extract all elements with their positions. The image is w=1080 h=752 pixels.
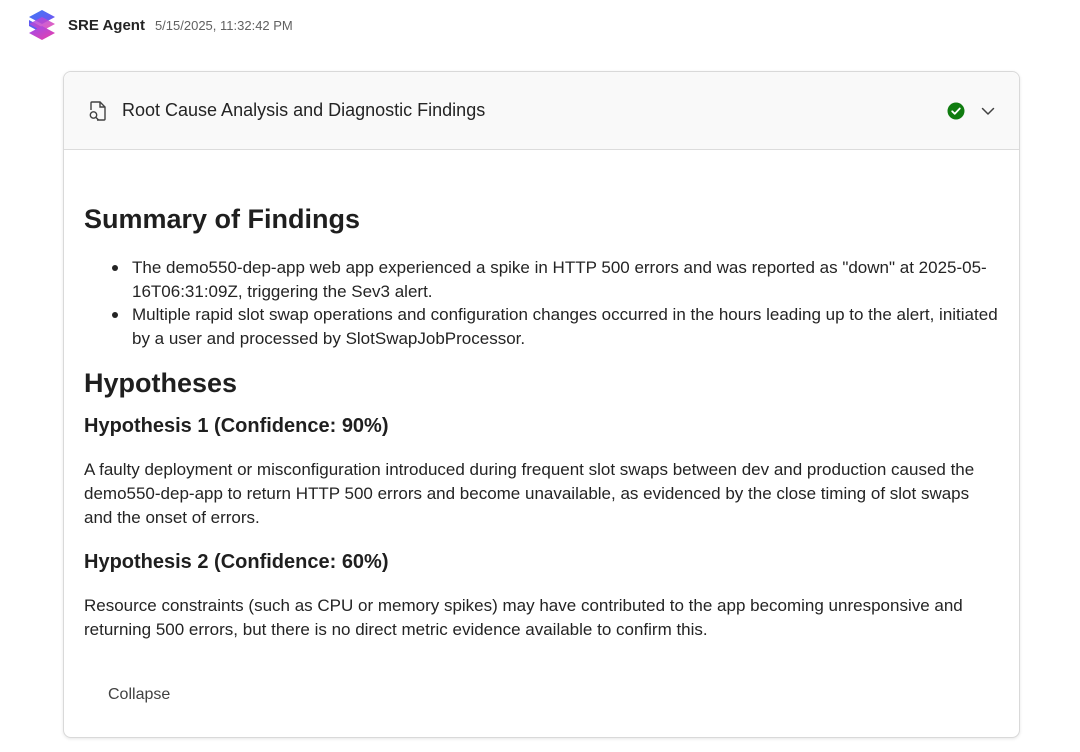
check-circle-icon	[947, 102, 965, 119]
summary-heading: Summary of Findings	[84, 204, 361, 234]
chevron-down-icon[interactable]	[979, 102, 997, 120]
list-item: Multiple rapid slot swap operations and …	[108, 303, 999, 350]
card-title: Root Cause Analysis and Diagnostic Findi…	[122, 100, 486, 120]
agent-name: SRE Agent	[68, 16, 145, 34]
hypothesis-1-text: A faulty deployment or misconfiguration …	[84, 460, 975, 527]
collapse-button[interactable]: Collapse	[108, 686, 170, 704]
hypothesis-1-title: Hypothesis 1 (Confidence: 90%)	[84, 415, 389, 437]
card-body: Summary of Findings The demo550-dep-app …	[64, 150, 1019, 642]
hypothesis-2-text: Resource constraints (such as CPU or mem…	[84, 596, 963, 639]
message-timestamp: 5/15/2025, 11:32:42 PM	[154, 17, 293, 33]
hypotheses-heading: Hypotheses	[84, 368, 238, 398]
findings-card: Root Cause Analysis and Diagnostic Findi…	[63, 71, 1020, 738]
findings-list: The demo550-dep-app web app experienced …	[84, 256, 999, 350]
sre-agent-logo-icon	[29, 10, 55, 40]
hypothesis-2-title: Hypothesis 2 (Confidence: 60%)	[84, 551, 389, 573]
message-header: SRE Agent 5/15/2025, 11:32:42 PM	[26, 8, 293, 42]
list-item: The demo550-dep-app web app experienced …	[108, 256, 999, 303]
document-search-icon	[89, 100, 106, 121]
card-header[interactable]: Root Cause Analysis and Diagnostic Findi…	[64, 72, 1019, 150]
